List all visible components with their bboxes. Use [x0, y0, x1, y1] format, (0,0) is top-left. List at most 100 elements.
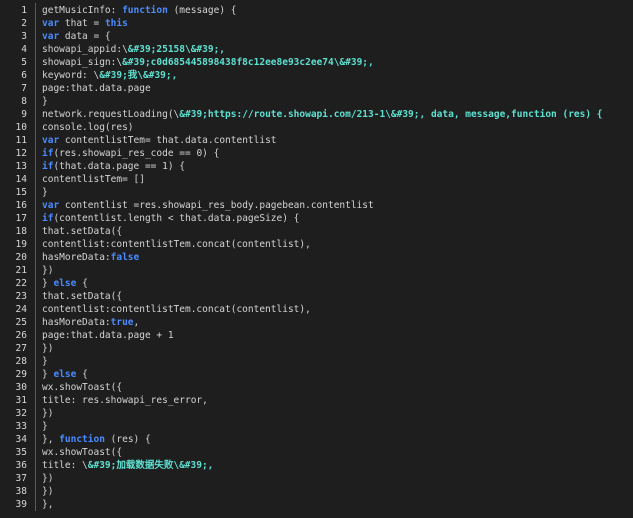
- code-line[interactable]: }): [42, 407, 53, 420]
- code-token: (message) {: [167, 5, 237, 16]
- line-number: 16: [15, 200, 27, 211]
- line-number: 7: [21, 83, 27, 94]
- code-token: getMusicInfo:: [42, 5, 123, 16]
- code-line[interactable]: title: res.showapi_res_error,: [42, 394, 208, 407]
- code-token: (res) {: [104, 434, 151, 445]
- code-line[interactable]: page:that.data.page: [42, 82, 151, 95]
- line-number: 24: [15, 304, 27, 315]
- code-token: contentlist:contentlistTem.concat(conten…: [42, 304, 311, 315]
- code-line[interactable]: }: [42, 95, 48, 108]
- keyword-token: if: [42, 148, 54, 159]
- code-token: showapi_appid:\: [42, 44, 128, 55]
- code-line[interactable]: that.setData({: [42, 290, 122, 303]
- code-token: ,: [133, 317, 140, 328]
- code-line[interactable]: getMusicInfo: function (message) {: [42, 4, 236, 17]
- gutter-divider: [35, 3, 36, 511]
- string-token: &#39;https://route.showapi.com/213-1\&#3…: [179, 109, 603, 120]
- code-token: page:that.data.page: [42, 83, 151, 94]
- code-token: }): [42, 408, 54, 419]
- code-line[interactable]: that.setData({: [42, 225, 122, 238]
- line-number: 35: [15, 447, 27, 458]
- code-line[interactable]: page:that.data.page + 1: [42, 329, 174, 342]
- string-token: &#39;加载数据失败\&#39;,: [87, 460, 214, 471]
- code-token: }: [42, 278, 54, 289]
- code-line[interactable]: showapi_appid:\&#39;25158\&#39;,: [42, 43, 225, 56]
- code-token: showapi_sign:\: [42, 57, 123, 68]
- line-number: 15: [15, 187, 27, 198]
- keyword-token: else: [53, 369, 77, 380]
- code-line[interactable]: var data = {: [42, 30, 111, 43]
- code-line[interactable]: }: [42, 355, 48, 368]
- code-line[interactable]: var contentlist =res.showapi_res_body.pa…: [42, 199, 374, 212]
- keyword-token: if: [42, 161, 54, 172]
- keyword-token: function: [59, 434, 105, 445]
- code-token: }): [42, 265, 54, 276]
- code-line[interactable]: wx.showToast({: [42, 381, 122, 394]
- code-line[interactable]: }): [42, 485, 53, 498]
- code-line[interactable]: if(res.showapi_res_code == 0) {: [42, 147, 219, 160]
- code-line[interactable]: console.log(res): [42, 121, 134, 134]
- keyword-token: var: [42, 200, 60, 211]
- line-number: 14: [15, 174, 27, 185]
- code-token: contentlistTem= that.data.contentlist: [59, 135, 277, 146]
- code-token: (that.data.page == 1) {: [53, 161, 186, 172]
- line-number: 20: [15, 252, 27, 263]
- code-line[interactable]: hasMoreData:false: [42, 251, 139, 264]
- line-number: 17: [15, 213, 27, 224]
- code-token: keyword: \: [42, 70, 100, 81]
- code-line[interactable]: title: \&#39;加载数据失败\&#39;,: [42, 459, 213, 472]
- line-number: 5: [21, 57, 27, 68]
- code-token: {: [76, 369, 88, 380]
- code-line[interactable]: network.requestLoading(\&#39;https://rou…: [42, 108, 603, 121]
- code-token: hasMoreData:: [42, 317, 111, 328]
- line-number: 9: [21, 109, 27, 120]
- code-line[interactable]: hasMoreData:true,: [42, 316, 139, 329]
- code-token: title: res.showapi_res_error,: [42, 395, 208, 406]
- line-number: 39: [15, 499, 27, 510]
- keyword-token: if: [42, 213, 54, 224]
- line-number: 6: [21, 70, 27, 81]
- code-token: that.setData({: [42, 291, 123, 302]
- code-line[interactable]: keyword: \&#39;我\&#39;,: [42, 69, 177, 82]
- code-token: console.log(res): [42, 122, 134, 133]
- code-editor[interactable]: 1 2 3 4 5 6 7 8 9 10 11 12 13 14 15 16 17 18 19 20 21 22 23 24 2…: [0, 0, 633, 518]
- string-token: &#39;25158\&#39;,: [127, 44, 226, 55]
- code-token: },: [42, 499, 54, 510]
- code-token: }: [42, 187, 48, 198]
- code-line[interactable]: } else {: [42, 368, 88, 381]
- code-line[interactable]: var that = this: [42, 17, 128, 30]
- code-line[interactable]: }): [42, 342, 53, 355]
- code-token: hasMoreData:: [42, 252, 111, 263]
- line-number: 37: [15, 473, 27, 484]
- code-line[interactable]: if(that.data.page == 1) {: [42, 160, 185, 173]
- code-token: contentlistTem= []: [42, 174, 145, 185]
- line-number: 11: [15, 135, 27, 146]
- code-line[interactable]: },: [42, 498, 53, 511]
- code-line[interactable]: contentlist:contentlistTem.concat(conten…: [42, 238, 311, 251]
- code-line[interactable]: contentlist:contentlistTem.concat(conten…: [42, 303, 311, 316]
- code-line[interactable]: var contentlistTem= that.data.contentlis…: [42, 134, 277, 147]
- code-token: title: \: [42, 460, 88, 471]
- code-token: (contentlist.length < that.data.pageSize…: [53, 213, 300, 224]
- code-line[interactable]: }): [42, 472, 53, 485]
- code-token: that.setData({: [42, 226, 123, 237]
- line-number: 21: [15, 265, 27, 276]
- code-token: }: [42, 356, 48, 367]
- code-line[interactable]: if(contentlist.length < that.data.pageSi…: [42, 212, 299, 225]
- code-line[interactable]: }: [42, 186, 48, 199]
- code-token: },: [42, 434, 60, 445]
- code-line[interactable]: }): [42, 264, 53, 277]
- code-line[interactable]: }, function (res) {: [42, 433, 151, 446]
- code-line[interactable]: } else {: [42, 277, 88, 290]
- line-number: 22: [15, 278, 27, 289]
- code-line[interactable]: }: [42, 420, 48, 433]
- code-line[interactable]: showapi_sign:\&#39;c0d685445898438f8c12e…: [42, 56, 374, 69]
- code-token: }: [42, 421, 48, 432]
- code-token: contentlist =res.showapi_res_body.pagebe…: [59, 200, 374, 211]
- code-line[interactable]: wx.showToast({: [42, 446, 122, 459]
- line-number: 32: [15, 408, 27, 419]
- code-token: wx.showToast({: [42, 382, 123, 393]
- code-line[interactable]: contentlistTem= []: [42, 173, 145, 186]
- keyword-token: this: [104, 18, 128, 29]
- code-token: {: [76, 278, 88, 289]
